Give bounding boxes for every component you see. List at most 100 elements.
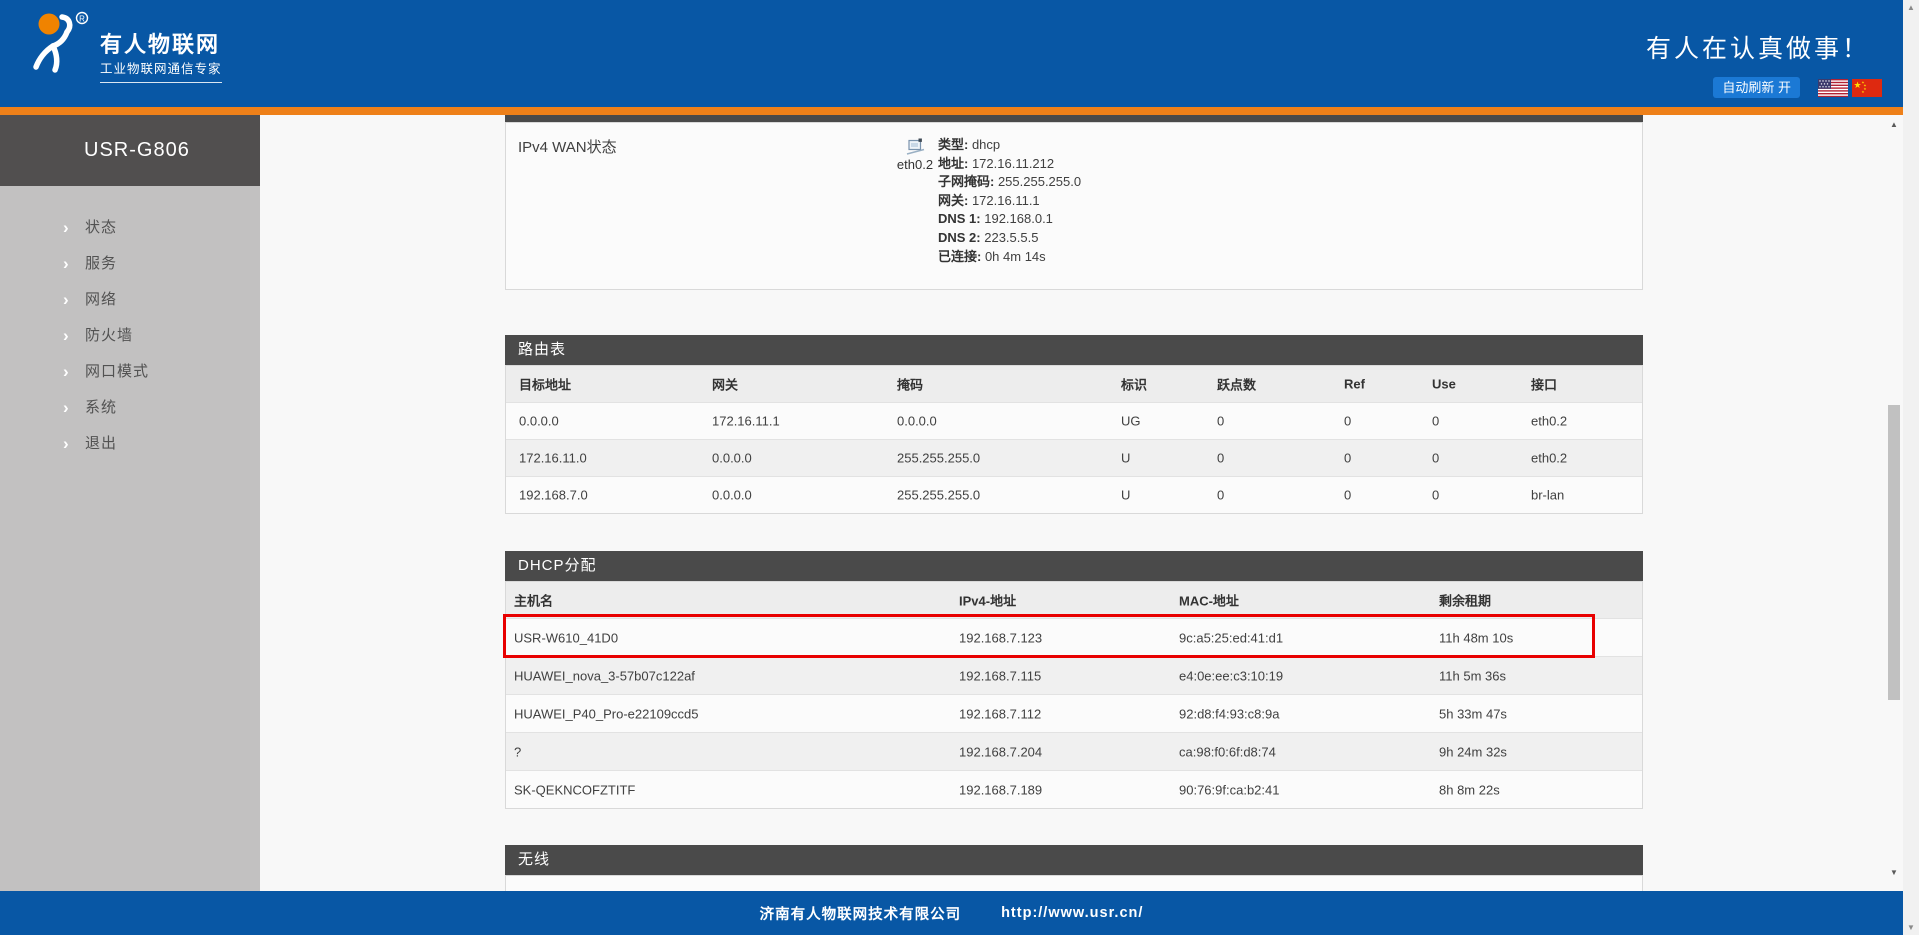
scrolled-section-bar-remnant [505,115,1643,122]
us-flag-icon[interactable] [1818,79,1848,97]
auto-refresh-button[interactable]: 自动刷新 开 [1713,77,1800,98]
table-cell: 0.0.0.0 [519,414,559,429]
sidebar-item-label: 状态 [85,210,117,246]
wan-field: 网关: 172.16.11.1 [938,192,1081,211]
table-cell: HUAWEI_nova_3-57b07c122af [514,668,695,683]
column-header: 目标地址 [519,375,571,394]
table-cell: 0 [1432,414,1439,429]
sidebar-item-6[interactable]: › 系统 [0,390,260,426]
brand-tagline: 工业物联网通信专家 [100,58,222,83]
page: R 有人物联网 工业物联网通信专家 有人在认真做事！ 自动刷新 开 ★ ★ ★ … [0,0,1919,935]
wan-field-label: 网关: [938,193,972,208]
column-header: 跃点数 [1217,375,1256,394]
chevron-right-icon: › [63,426,69,462]
table-cell: 0 [1217,414,1224,429]
table-row: 172.16.11.00.0.0.0255.255.255.0U000eth0.… [506,439,1642,476]
chevron-right-icon: › [63,390,69,426]
table-cell: SK-QEKNCOFZTITF [514,782,635,797]
table-cell: ? [514,744,521,759]
table-cell: 0 [1344,414,1351,429]
sidebar-item-label: 退出 [85,426,117,462]
usr-logo-icon: R [26,9,92,80]
table-cell: 11h 5m 36s [1439,668,1506,683]
sidebar-item-4[interactable]: ›防火墙 [0,318,260,354]
column-header: 掩码 [897,375,923,394]
wan-field: DNS 2: 223.5.5.5 [938,229,1081,248]
window-scrollbar[interactable]: ▲ ▼ [1903,0,1919,935]
table-row: 0.0.0.0172.16.11.10.0.0.0UG000eth0.2 [506,402,1642,439]
footer-company: 济南有人物联网技术有限公司 [760,903,962,924]
sidebar-item-3[interactable]: ›网络 [0,282,260,318]
sidebar-item-1[interactable]: › 状态 [0,210,260,246]
sidebar-item-label: 网口模式 [85,354,149,390]
scroll-down-icon[interactable]: ▼ [1886,868,1902,877]
chevron-right-icon: › [63,318,69,354]
column-header: IPv4-地址 [959,591,1016,610]
wan-status-title: IPv4 WAN状态 [518,136,617,157]
table-cell: e4:0e:ee:c3:10:19 [1179,668,1283,683]
table-cell: 172.16.11.0 [519,451,587,466]
dhcp-table: 主机名IPv4-地址MAC-地址剩余租期USR-W610_41D0192.168… [505,581,1643,809]
scroll-up-icon[interactable]: ▲ [1903,3,1919,12]
content-scrollbar[interactable]: ▲ ▼ [1886,115,1902,891]
table-cell: 0 [1217,488,1224,503]
wan-status-panel: IPv4 WAN状态 eth0.2 类型: dhcp地址: 172.16.11.… [505,122,1643,290]
column-header: 接口 [1531,375,1557,394]
device-title: USR-G806 [0,115,260,186]
table-cell: 0.0.0.0 [897,414,937,429]
sidebar-item-label: 服务 [85,246,117,282]
wireless-panel-top [505,875,1643,891]
wan-field: DNS 1: 192.168.0.1 [938,210,1081,229]
footer-url-link[interactable]: http://www.usr.cn/ [1001,905,1143,921]
sidebar-item-5[interactable]: ›网口模式 [0,354,260,390]
table-row: HUAWEI_nova_3-57b07c122af 192.168.7.115 e4… [506,656,1642,694]
column-header: Ref [1344,377,1365,392]
wan-fields: 类型: dhcp地址: 172.16.11.212子网掩码: 255.255.2… [938,136,1081,266]
table-cell: HUAWEI_P40_Pro-e22109ccd5 [514,706,699,721]
scrollbar-thumb[interactable] [1888,405,1900,700]
table-header-row: 目标地址网关掩码标识跃点数RefUse接口 [506,366,1642,402]
table-header-row: 主机名IPv4-地址MAC-地址剩余租期 [506,582,1642,618]
table-cell: USR-W610_41D0 [514,630,618,645]
table-cell: 192.168.7.0 [519,488,588,503]
wan-field-value: 255.255.255.0 [998,174,1081,189]
wan-field: 地址: 172.16.11.212 [938,155,1081,174]
table-cell: ca:98:f0:6f:d8:74 [1179,744,1276,759]
wan-field-value: 172.16.11.212 [972,156,1054,171]
table-row: USR-W610_41D0 192.168.7.123 9c:a5:25:ed:41… [506,618,1642,656]
sidebar-item-2[interactable]: › 服务 [0,246,260,282]
table-cell: 0 [1432,488,1439,503]
wan-field-value: 0h 4m 14s [985,249,1046,264]
table-cell: 9c:a5:25:ed:41:d1 [1179,630,1283,645]
table-row: 192.168.7.00.0.0.0255.255.255.0U000br-la… [506,476,1642,513]
table-cell: eth0.2 [1531,451,1567,466]
table-cell: U [1121,488,1130,503]
sidebar-item-label: 系统 [85,390,117,426]
scroll-up-icon[interactable]: ▲ [1886,120,1902,129]
table-cell: 11h 48m 10s [1439,630,1513,645]
svg-text:★: ★ [1853,80,1861,90]
wan-field-label: 类型: [938,137,972,152]
routes-table: 目标地址网关掩码标识跃点数RefUse接口0.0.0.0172.16.11.10… [505,365,1643,514]
cn-flag-icon[interactable]: ★ ★ ★ ★ ★ [1852,79,1882,97]
wan-field: 已连接: 0h 4m 14s [938,248,1081,267]
table-cell: 255.255.255.0 [897,488,980,503]
column-header: MAC-地址 [1179,591,1239,610]
table-cell: 192.168.7.189 [959,782,1042,797]
column-header: 网关 [712,375,738,394]
sidebar: USR-G806 ›状态›服务›网络›防火墙›网口模式›系统›退出 [0,115,260,891]
table-cell: 192.168.7.115 [959,668,1041,683]
table-cell: 0 [1344,488,1351,503]
scroll-down-icon[interactable]: ▼ [1903,923,1919,932]
chevron-right-icon: › [63,246,69,282]
column-header: 剩余租期 [1439,591,1491,610]
wan-field: 类型: dhcp [938,136,1081,155]
brand-title: 有人物联网 [100,27,220,59]
table-row: SK-QEKNCOFZTITF192.168.7.18990:76:9f:ca:… [506,770,1642,808]
table-cell: 192.168.7.123 [959,630,1042,645]
table-cell: 192.168.7.112 [959,706,1041,721]
sidebar-item-7[interactable]: › 退出 [0,426,260,462]
chevron-right-icon: › [63,282,69,318]
table-cell: 0 [1344,451,1351,466]
chevron-right-icon: › [63,210,69,246]
